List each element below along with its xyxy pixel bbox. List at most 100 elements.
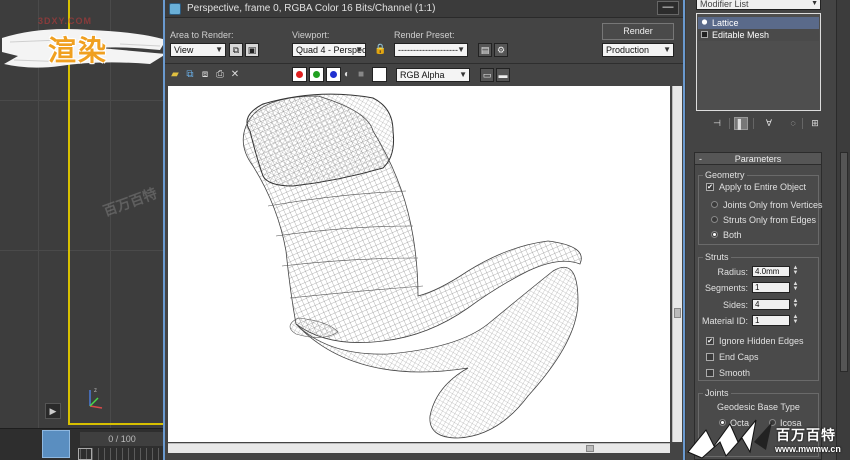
expand-icon[interactable] — [701, 31, 708, 38]
ignore-hidden-edges-checkbox[interactable]: ✔ — [706, 337, 714, 345]
sides-spinner[interactable]: ▲ ▼ — [792, 298, 799, 310]
rendered-frame-window: Perspective, frame 0, RGBA Color 16 Bits… — [163, 0, 685, 460]
smooth-checkbox[interactable] — [706, 369, 714, 377]
toggle-ui-icon[interactable]: ▬ — [496, 68, 510, 82]
green-channel-toggle[interactable] — [309, 67, 324, 82]
window-title-bar[interactable]: Perspective, frame 0, RGBA Color 16 Bits… — [165, 0, 683, 18]
checkbox-label: End Caps — [719, 352, 759, 362]
production-dropdown[interactable]: Production ▼ — [602, 43, 674, 57]
horizontal-scrollbar[interactable] — [168, 443, 670, 453]
chevron-down-icon: ▼ — [459, 70, 467, 79]
chevron-down-icon: ▼ — [457, 45, 465, 54]
vertical-scrollbar[interactable] — [672, 86, 682, 442]
display-channel-value: RGB Alpha — [400, 70, 445, 80]
copy-image-icon[interactable]: ⧉ — [184, 69, 196, 81]
banner-title: 渲染 — [48, 34, 109, 67]
struts-only-radio[interactable] — [711, 216, 718, 223]
joints-only-radio[interactable] — [711, 201, 718, 208]
checkbox-label: Ignore Hidden Edges — [719, 336, 804, 346]
end-caps-checkbox[interactable] — [706, 353, 714, 361]
material-id-spinner[interactable]: ▲ ▼ — [792, 314, 799, 326]
blue-channel-toggle[interactable] — [326, 67, 341, 82]
render-button[interactable]: Render — [602, 23, 674, 40]
area-to-render-value: View — [174, 45, 194, 55]
alpha-channel-icon[interactable]: ◐ — [341, 69, 353, 81]
make-unique-icon[interactable]: ∀ — [760, 117, 778, 130]
red-dot — [296, 71, 303, 78]
remove-modifier-icon[interactable]: ◌ — [784, 117, 802, 130]
pin-stack-icon[interactable]: ⊣ — [708, 117, 726, 130]
chevron-down-icon: ▼ — [811, 0, 818, 7]
modifier-list-dropdown[interactable]: Modifier List ▼ — [696, 0, 821, 10]
geodesic-base-type-label: Geodesic Base Type — [717, 402, 800, 412]
display-channel-dropdown[interactable]: RGB Alpha ▼ — [396, 68, 470, 82]
apply-entire-object-checkbox[interactable]: ✔ — [706, 183, 714, 191]
rollout-title: Parameters — [734, 154, 782, 164]
modifier-list-value: Modifier List — [700, 0, 749, 9]
time-slider-handle[interactable] — [42, 430, 70, 458]
modifier-stack[interactable]: Lattice Editable Mesh — [696, 13, 821, 111]
vertical-scroll-thumb[interactable] — [674, 308, 681, 318]
environment-icon[interactable]: ⚙ — [494, 43, 508, 57]
horizontal-scroll-thumb[interactable] — [586, 445, 594, 452]
stack-item-lattice[interactable]: Lattice — [698, 17, 819, 29]
print-image-icon[interactable]: ⎙ — [214, 69, 226, 81]
struts-group: Struts Radius: 4.0mm ▲ ▼ Segments: 1 ▲ ▼ S… — [698, 252, 819, 381]
parameters-rollout-header[interactable]: - Parameters — [695, 153, 821, 165]
toggle-ui-overlay-icon[interactable]: ▭ — [480, 68, 494, 82]
stack-item-label: Lattice — [712, 18, 739, 28]
stack-item-editable-mesh[interactable]: Editable Mesh — [698, 29, 819, 41]
show-end-result-icon[interactable]: ▌ — [734, 117, 748, 130]
radio-label: Both — [723, 230, 742, 240]
lock-icon[interactable]: 🔒 — [374, 44, 386, 55]
app-icon — [169, 2, 181, 15]
radio-label: Struts Only from Edges — [723, 215, 817, 225]
group-title: Joints — [703, 388, 731, 398]
stack-item-label: Editable Mesh — [712, 30, 770, 40]
divider — [753, 118, 754, 129]
divider — [729, 118, 730, 129]
frame-toolbar: ▰ ⧉ ⧈ ⎙ ✕ ◐ ■ RGB Alpha ▼ ▭ ▬ — [165, 63, 683, 85]
stack-toolbar: ⊣ ▌ ∀ ◌ ⊞ — [696, 117, 821, 131]
monochrome-icon[interactable]: ■ — [355, 69, 367, 81]
sides-input[interactable]: 4 — [752, 299, 790, 310]
radius-spinner[interactable]: ▲ ▼ — [792, 265, 799, 277]
render-canvas — [168, 86, 670, 442]
render-setup-icon[interactable]: ▤ — [478, 43, 492, 57]
red-channel-toggle[interactable] — [292, 67, 307, 82]
render-preset-dropdown[interactable]: -------------------- ▼ — [394, 43, 468, 57]
production-value: Production — [606, 45, 650, 55]
modify-command-panel: Modifier List ▼ Lattice Editable Mesh ⊣ ▌… — [686, 0, 836, 460]
area-to-render-dropdown[interactable]: View ▼ — [170, 43, 226, 57]
chevron-down-icon: ▼ — [355, 45, 363, 54]
clear-icon[interactable]: ✕ — [229, 69, 241, 81]
logo-url: www.mwmw.cn — [775, 444, 841, 454]
background-color-swatch[interactable] — [372, 67, 387, 82]
save-image-icon[interactable]: ▰ — [169, 69, 181, 81]
viewport-dropdown[interactable]: Quad 4 - Perspec ▼ — [292, 43, 366, 57]
svg-text:z: z — [94, 388, 97, 394]
auto-region-icon[interactable]: ▣ — [245, 43, 259, 57]
lightbulb-icon[interactable] — [701, 19, 708, 26]
background-viewport[interactable]: 3DXY.COM 渲染 百万百特 z ▶ — [0, 0, 166, 430]
configure-sets-icon[interactable]: ⊞ — [806, 117, 824, 130]
key-icon[interactable] — [78, 448, 92, 460]
timeline-ticks[interactable] — [80, 448, 164, 460]
segments-label: Segments: — [704, 283, 748, 293]
edit-region-icon[interactable]: ⧉ — [229, 43, 243, 57]
both-radio[interactable] — [711, 231, 718, 238]
minimize-button[interactable]: — — [657, 1, 679, 15]
segments-spinner[interactable]: ▲ ▼ — [792, 281, 799, 293]
play-button[interactable]: ▶ — [45, 403, 61, 419]
green-dot — [313, 71, 320, 78]
chevron-down-icon: ▼ — [215, 45, 223, 54]
segments-input[interactable]: 1 — [752, 282, 790, 293]
radius-input[interactable]: 4.0mm — [752, 266, 790, 277]
render-preset-value: -------------------- — [398, 45, 458, 55]
window-title: Perspective, frame 0, RGBA Color 16 Bits… — [187, 3, 436, 14]
panel-scroll-area — [836, 0, 850, 460]
axis-gizmo-icon: z — [89, 388, 103, 409]
material-id-input[interactable]: 1 — [752, 315, 790, 326]
clone-window-icon[interactable]: ⧈ — [199, 69, 211, 81]
command-panel-scrollbar[interactable] — [840, 152, 848, 372]
